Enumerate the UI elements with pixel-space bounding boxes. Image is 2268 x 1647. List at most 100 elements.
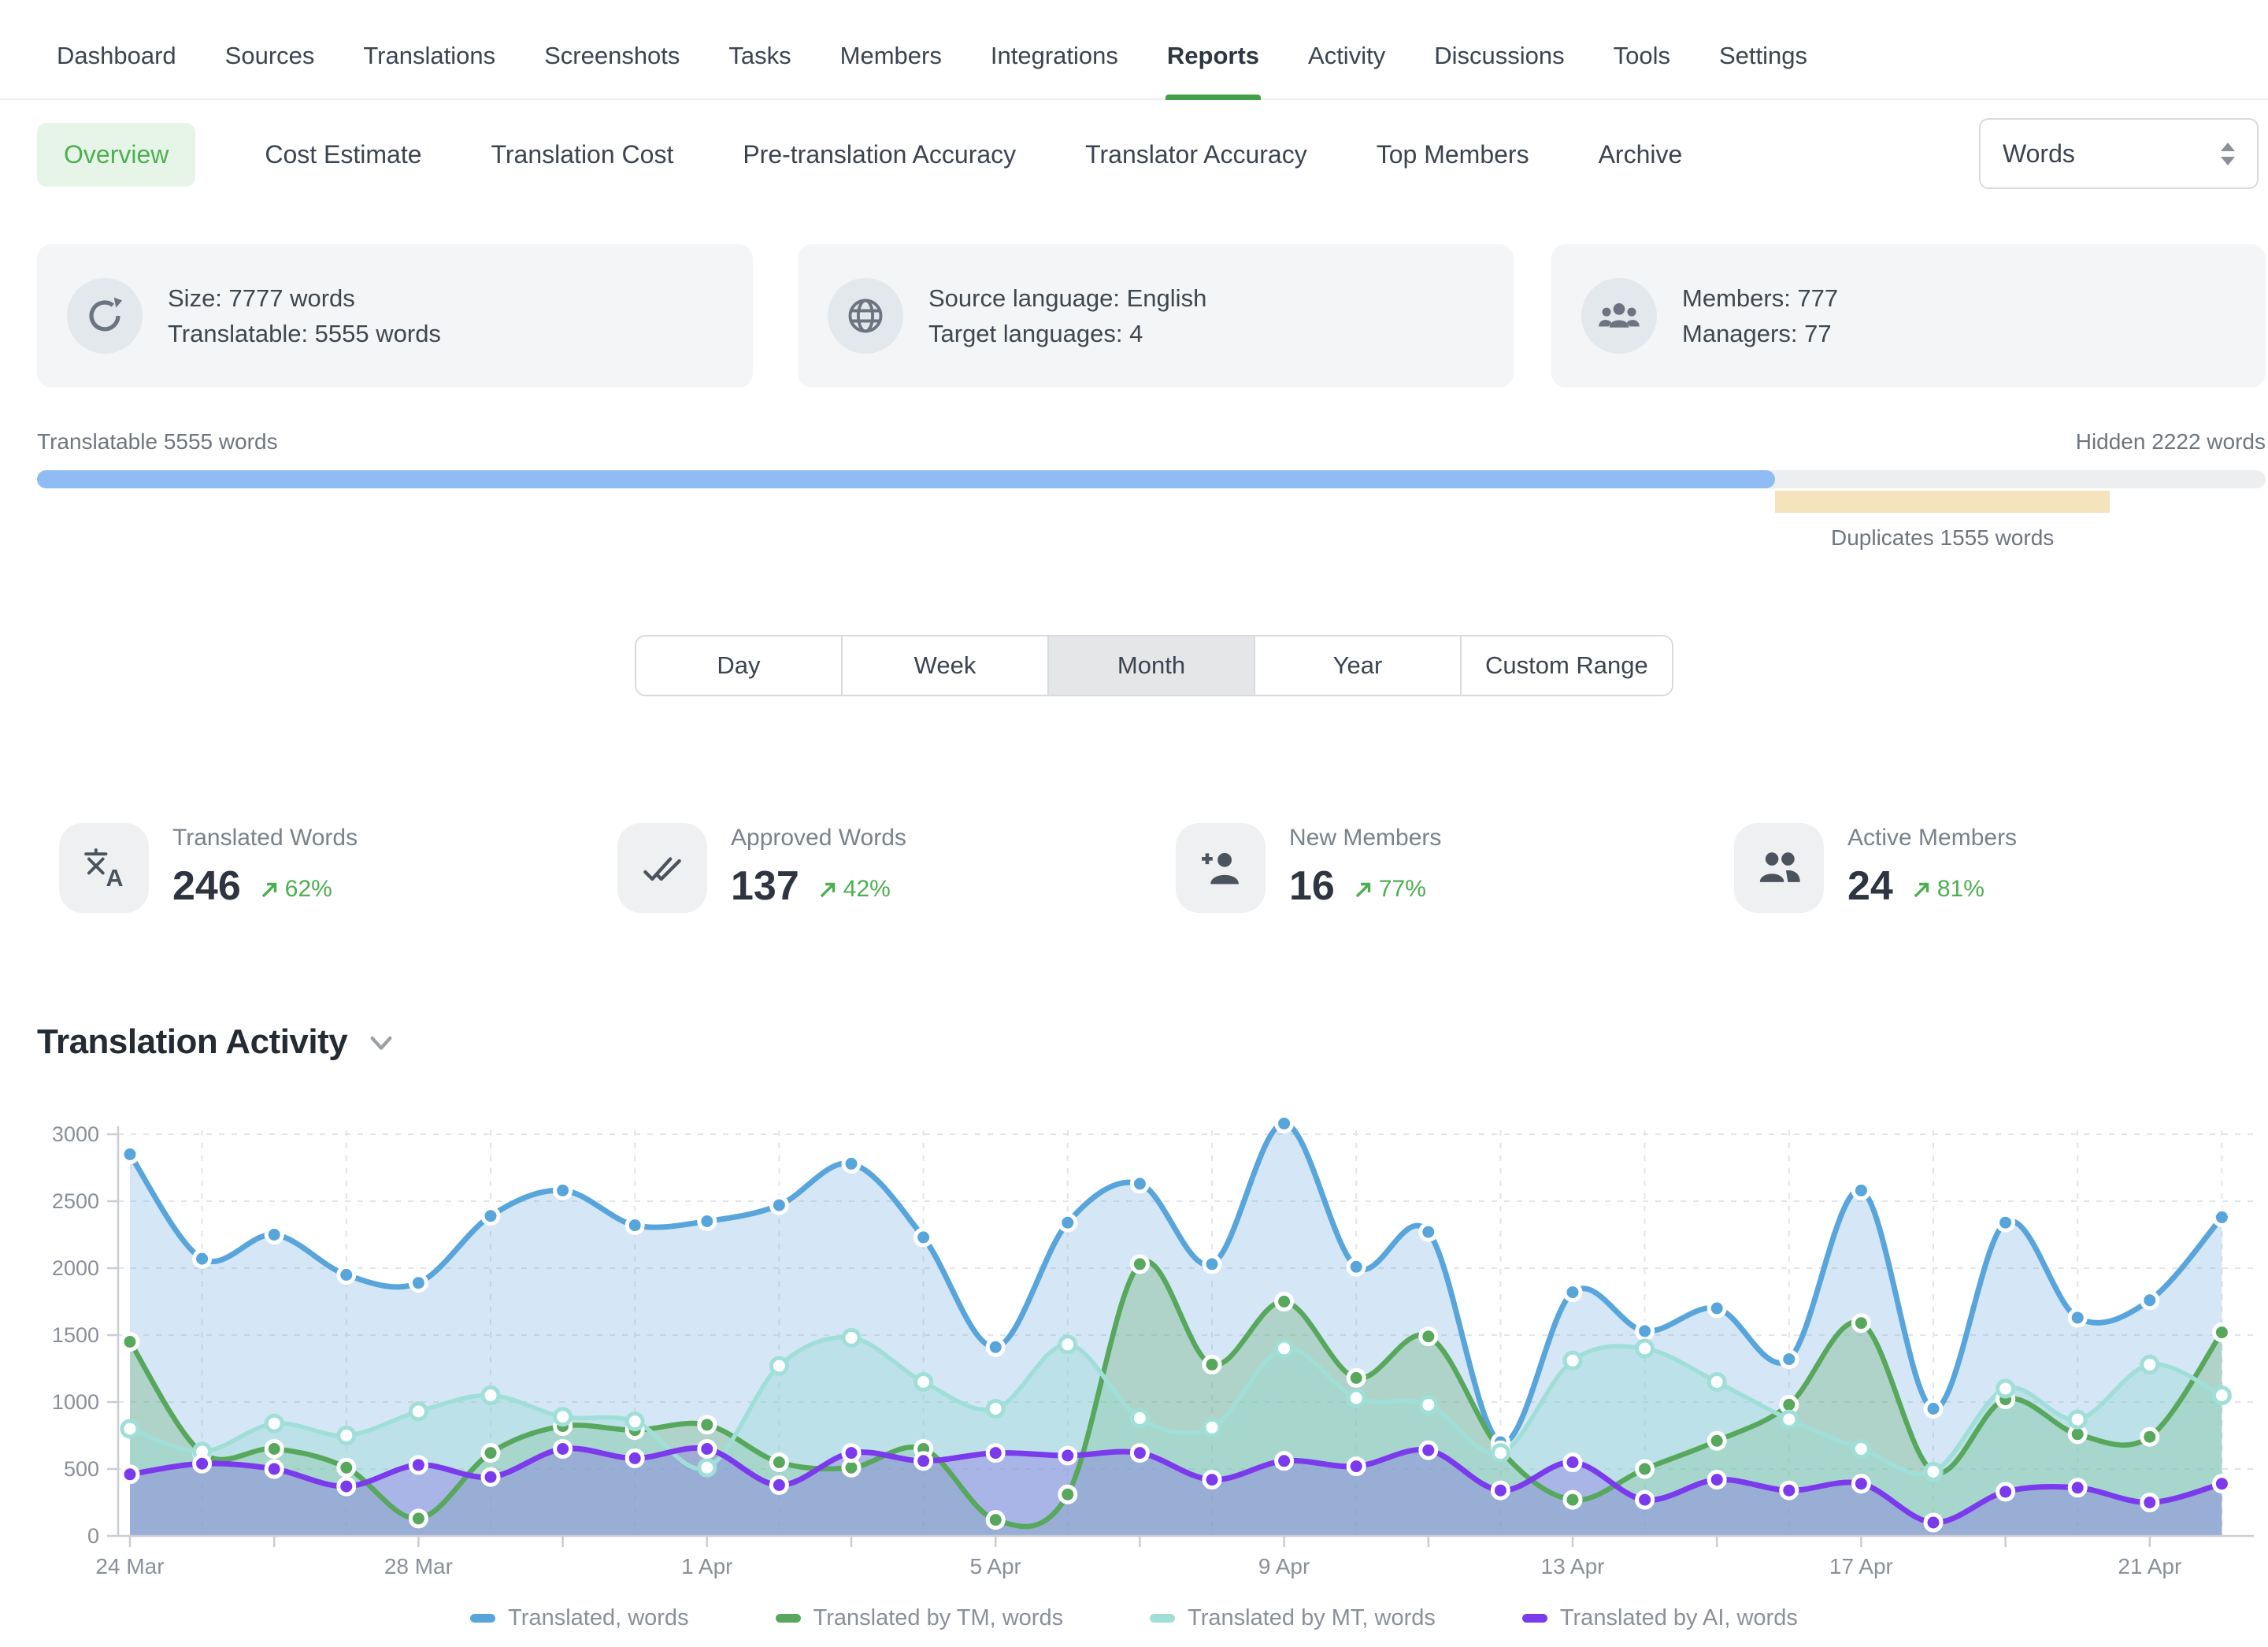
svg-text:1500: 1500: [52, 1323, 99, 1347]
nav-item-members[interactable]: Members: [839, 12, 943, 98]
range-tab-day[interactable]: Day: [636, 636, 843, 695]
members-icon: [1581, 278, 1657, 354]
stat-value: 16: [1289, 862, 1335, 910]
unit-selector-value: Words: [2003, 139, 2075, 169]
nav-item-dashboard[interactable]: Dashboard: [55, 12, 178, 98]
stat-change-value: 42%: [843, 876, 891, 903]
svg-text:28 Mar: 28 Mar: [384, 1554, 453, 1578]
legend-item-translated[interactable]: Translated, words: [470, 1605, 688, 1631]
managers-count-line: Managers: 77: [1682, 316, 1838, 351]
legend-swatch: [776, 1614, 801, 1623]
legend-label: Translated by TM, words: [813, 1605, 1064, 1631]
active-members-stat: Active Members 24 81%: [1734, 823, 2017, 913]
nav-item-integrations[interactable]: Integrations: [989, 12, 1120, 98]
date-range-tabs: Day Week Month Year Custom Range: [635, 635, 1673, 696]
target-languages-line: Target languages: 4: [928, 316, 1206, 351]
top-navigation: Dashboard Sources Translations Screensho…: [0, 0, 2268, 100]
legend-swatch: [1150, 1614, 1175, 1623]
range-tab-week[interactable]: Week: [843, 636, 1049, 695]
globe-icon: [828, 278, 903, 354]
person-add-icon: [1176, 823, 1266, 913]
svg-text:A: A: [106, 865, 124, 890]
reports-overview-page: Dashboard Sources Translations Screensho…: [0, 0, 2268, 1647]
stat-change-value: 81%: [1937, 876, 1984, 903]
range-tab-month[interactable]: Month: [1049, 636, 1255, 695]
legend-label: Translated, words: [508, 1605, 688, 1631]
trend-up-icon: [260, 879, 280, 900]
legend-label: Translated by AI, words: [1560, 1605, 1798, 1631]
progress-track: [37, 470, 2266, 488]
svg-text:21 Apr: 21 Apr: [2118, 1554, 2181, 1578]
svg-text:3000: 3000: [52, 1122, 99, 1146]
section-title: Translation Activity: [37, 1022, 347, 1062]
svg-text:2500: 2500: [52, 1189, 99, 1213]
translated-words-stat: A Translated Words 246 62%: [59, 823, 358, 913]
legend-label: Translated by MT, words: [1188, 1605, 1436, 1631]
svg-text:5 Apr: 5 Apr: [970, 1554, 1021, 1578]
stat-value: 246: [172, 862, 241, 910]
duplicates-bar: [1775, 491, 2110, 513]
stat-label: Active Members: [1847, 825, 2017, 851]
chevron-down-icon[interactable]: [368, 1034, 395, 1057]
new-members-stat: New Members 16 77%: [1176, 823, 1441, 913]
nav-item-settings[interactable]: Settings: [1718, 12, 1809, 98]
stat-label: Translated Words: [172, 825, 358, 851]
nav-item-translations[interactable]: Translations: [361, 12, 497, 98]
translation-activity-chart: 05001000150020002500300024 Mar28 Mar1 Ap…: [0, 1067, 2268, 1647]
subnav-item-translation-cost[interactable]: Translation Cost: [491, 140, 674, 169]
svg-text:1000: 1000: [52, 1390, 99, 1414]
legend-swatch: [470, 1614, 495, 1623]
duplicates-label: Duplicates 1555 words: [1775, 525, 2110, 551]
subnav-item-archive[interactable]: Archive: [1599, 140, 1683, 169]
nav-item-sources[interactable]: Sources: [224, 12, 317, 98]
members-count-line: Members: 777: [1682, 280, 1838, 316]
stat-change-value: 77%: [1379, 876, 1426, 903]
translatable-progress-fill: [37, 470, 1775, 488]
legend-item-translated-by-mt[interactable]: Translated by MT, words: [1150, 1605, 1436, 1631]
svg-text:24 Mar: 24 Mar: [95, 1554, 164, 1578]
subnav-item-cost-estimate[interactable]: Cost Estimate: [265, 140, 421, 169]
nav-item-tasks[interactable]: Tasks: [727, 12, 792, 98]
range-tab-year[interactable]: Year: [1255, 636, 1462, 695]
svg-text:17 Apr: 17 Apr: [1829, 1554, 1893, 1578]
trend-up-icon: [818, 879, 839, 900]
members-card: Members: 777 Managers: 77: [1551, 244, 2266, 388]
svg-text:0: 0: [87, 1524, 99, 1548]
chart-legend: Translated, words Translated by TM, word…: [0, 1605, 2268, 1631]
legend-swatch: [1522, 1614, 1547, 1623]
sync-icon: [67, 278, 143, 354]
double-check-icon: [617, 823, 707, 913]
legend-item-translated-by-ai[interactable]: Translated by AI, words: [1522, 1605, 1798, 1631]
languages-card: Source language: English Target language…: [798, 244, 1514, 388]
stat-value: 24: [1847, 862, 1893, 910]
translatable-words-label: Translatable 5555 words: [37, 429, 278, 454]
reports-subnav: Overview Cost Estimate Translation Cost …: [0, 118, 2268, 197]
nav-item-discussions[interactable]: Discussions: [1432, 12, 1566, 98]
translate-icon: A: [59, 823, 149, 913]
trend-up-icon: [1354, 879, 1374, 900]
nav-item-reports[interactable]: Reports: [1166, 12, 1261, 98]
legend-item-translated-by-tm[interactable]: Translated by TM, words: [776, 1605, 1064, 1631]
stepper-icon: [2221, 143, 2235, 165]
stat-value: 137: [731, 862, 799, 910]
svg-text:1 Apr: 1 Apr: [681, 1554, 732, 1578]
subnav-item-translator-accuracy[interactable]: Translator Accuracy: [1085, 140, 1307, 169]
words-progress: Translatable 5555 words Hidden 2222 word…: [37, 429, 2266, 488]
subnav-item-overview[interactable]: Overview: [37, 123, 195, 187]
source-language-line: Source language: English: [928, 280, 1206, 316]
unit-selector[interactable]: Words: [1979, 118, 2259, 189]
subnav-item-pretranslation-accuracy[interactable]: Pre-translation Accuracy: [743, 140, 1016, 169]
nav-item-activity[interactable]: Activity: [1306, 12, 1387, 98]
stat-change-value: 62%: [285, 876, 332, 903]
svg-text:500: 500: [64, 1457, 99, 1481]
svg-text:9 Apr: 9 Apr: [1258, 1554, 1310, 1578]
hidden-words-label: Hidden 2222 words: [2076, 429, 2266, 454]
stat-label: New Members: [1289, 825, 1441, 851]
project-translatable-line: Translatable: 5555 words: [168, 316, 441, 351]
nav-item-screenshots[interactable]: Screenshots: [543, 12, 681, 98]
nav-item-tools[interactable]: Tools: [1612, 12, 1672, 98]
approved-words-stat: Approved Words 137 42%: [617, 823, 906, 913]
subnav-item-top-members[interactable]: Top Members: [1377, 140, 1529, 169]
range-tab-custom-range[interactable]: Custom Range: [1462, 636, 1672, 695]
people-icon: [1734, 823, 1824, 913]
